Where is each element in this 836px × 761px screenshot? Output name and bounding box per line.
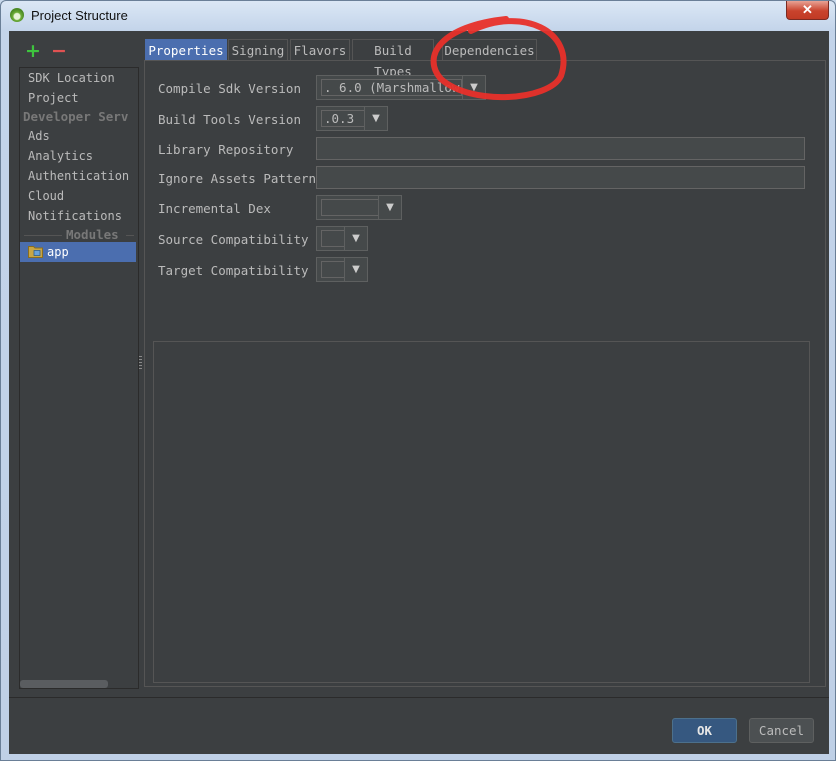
library-repository-label: Library Repository [158, 142, 294, 157]
sidebar-horizontal-scrollbar[interactable] [20, 680, 108, 688]
chevron-down-icon[interactable]: ▼ [462, 76, 485, 99]
chevron-down-icon[interactable]: ▼ [378, 196, 401, 219]
target-compat-combo[interactable]: ▼ [316, 257, 368, 282]
empty-details-area [153, 341, 810, 683]
chevron-down-icon[interactable]: ▼ [344, 258, 367, 281]
sidebar-item-authentication[interactable]: Authentication [28, 166, 129, 186]
tab-dependencies[interactable]: Dependencies [442, 39, 537, 60]
tab-properties[interactable]: Properties [145, 39, 227, 60]
tab-build-types[interactable]: Build Types [352, 39, 434, 79]
window-title: Project Structure [31, 8, 128, 23]
bottom-divider [9, 697, 829, 698]
tab-flavors[interactable]: Flavors [290, 39, 350, 60]
ignore-assets-label: Ignore Assets Pattern [158, 171, 317, 186]
project-structure-dialog: Project Structure ✕ + − SDK Location Pro… [0, 0, 836, 761]
title-bar[interactable]: Project Structure ✕ [1, 1, 835, 31]
source-compat-value[interactable] [321, 230, 345, 247]
sidebar-item-ads[interactable]: Ads [28, 126, 50, 146]
properties-panel: Compile Sdk Version . 6.0 (Marshmallow) … [144, 60, 826, 687]
sidebar-item-app-label: app [47, 245, 69, 259]
ok-button[interactable]: OK [672, 718, 737, 743]
sidebar-item-project[interactable]: Project [28, 88, 79, 108]
module-folder-icon [28, 246, 43, 258]
close-button[interactable]: ✕ [786, 1, 829, 20]
sidebar-item-app[interactable]: app [20, 242, 136, 262]
compile-sdk-combo[interactable]: . 6.0 (Marshmallow) ▼ [316, 75, 486, 100]
sidebar-tree: SDK Location Project Developer Serv Ads … [19, 67, 139, 689]
add-icon[interactable]: + [25, 41, 41, 61]
ignore-assets-input[interactable] [316, 166, 805, 189]
cancel-button[interactable]: Cancel [749, 718, 814, 743]
target-compat-label: Target Compatibility [158, 263, 309, 278]
modules-divider-right [126, 235, 134, 236]
splitter-handle[interactable] [139, 356, 142, 370]
incremental-dex-combo[interactable]: ▼ [316, 195, 402, 220]
sidebar-item-analytics[interactable]: Analytics [28, 146, 93, 166]
dialog-content: + − SDK Location Project Developer Serv … [9, 31, 829, 754]
chevron-down-icon[interactable]: ▼ [364, 107, 387, 130]
chevron-down-icon[interactable]: ▼ [344, 227, 367, 250]
build-tools-label: Build Tools Version [158, 112, 301, 127]
sidebar-item-notifications[interactable]: Notifications [28, 206, 122, 226]
android-studio-icon [10, 8, 24, 22]
compile-sdk-label: Compile Sdk Version [158, 81, 301, 96]
incremental-dex-label: Incremental Dex [158, 201, 271, 216]
library-repository-input[interactable] [316, 137, 805, 160]
source-compat-label: Source Compatibility [158, 232, 309, 247]
build-tools-combo[interactable]: .0.3 ▼ [316, 106, 388, 131]
compile-sdk-value[interactable]: . 6.0 (Marshmallow) [321, 79, 462, 96]
build-tools-value[interactable]: .0.3 [321, 110, 365, 127]
incremental-dex-value[interactable] [321, 199, 379, 216]
tab-signing[interactable]: Signing [228, 39, 288, 60]
remove-icon[interactable]: − [51, 41, 67, 61]
sidebar-item-cloud[interactable]: Cloud [28, 186, 64, 206]
sidebar-item-sdk-location[interactable]: SDK Location [28, 68, 115, 88]
source-compat-combo[interactable]: ▼ [316, 226, 368, 251]
modules-divider-left [24, 235, 62, 236]
sidebar-header-developer-services: Developer Serv [23, 109, 129, 124]
target-compat-value[interactable] [321, 261, 345, 278]
